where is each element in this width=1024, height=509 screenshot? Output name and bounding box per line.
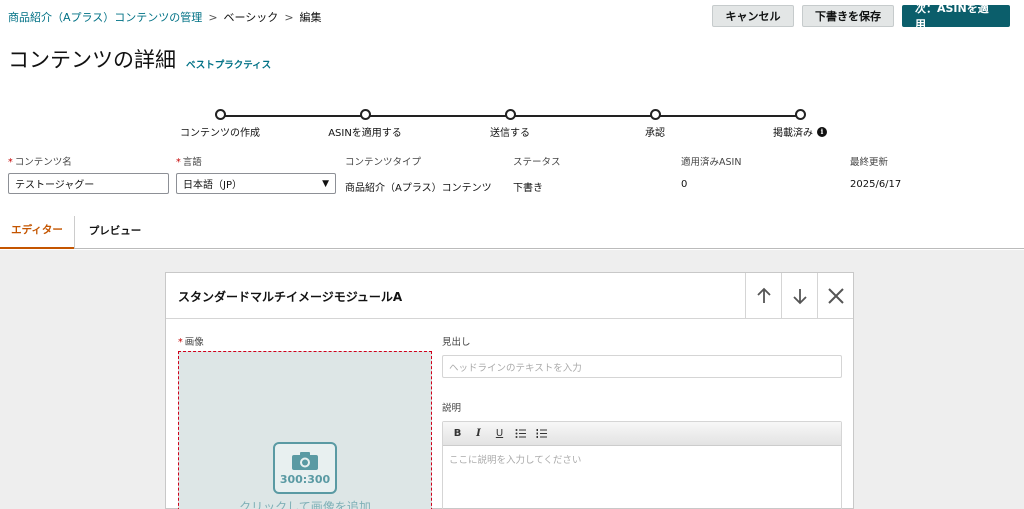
step-create: コンテンツの作成 bbox=[150, 109, 290, 139]
asin-value: 0 bbox=[681, 179, 688, 190]
step-dot bbox=[359, 109, 371, 120]
required-mark: * bbox=[8, 157, 13, 168]
status-label: ステータス bbox=[513, 157, 561, 168]
module-card: スタンダードマルチイメージモジュールA * 画像 300:300 クリックして画… bbox=[165, 272, 854, 509]
updated-label: 最終更新 bbox=[850, 157, 889, 168]
language-value: 日本語（JP） bbox=[183, 180, 242, 191]
tab-preview[interactable]: プレビュー bbox=[80, 212, 150, 248]
step-dot bbox=[214, 109, 226, 120]
remove-module-button[interactable] bbox=[817, 273, 853, 318]
content-name-field: * コンテンツ名 テストージャグー bbox=[8, 154, 169, 194]
description-label: 説明 bbox=[442, 403, 462, 414]
description-editor: B I U ここに説明を入力してください bbox=[442, 421, 842, 509]
step-submit: 送信する bbox=[440, 109, 580, 139]
step-label: 掲載済み i bbox=[730, 124, 870, 139]
caret-down-icon: ▼ bbox=[322, 178, 329, 189]
add-image-text: クリックして画像を追加 bbox=[239, 500, 371, 509]
step-label: 送信する bbox=[490, 128, 530, 139]
breadcrumb-item-edit: 編集 bbox=[299, 11, 322, 24]
page: 商品紹介（Aプラス）コンテンツの管理 > ベーシック > 編集 キャンセル 下書… bbox=[0, 0, 1024, 509]
rte-toolbar: B I U bbox=[443, 422, 841, 446]
step-apply-asin: ASINを適用する bbox=[295, 109, 435, 139]
updated-value: 2025/6/17 bbox=[850, 179, 902, 190]
step-dot bbox=[504, 109, 516, 120]
next-apply-asin-button[interactable]: 次：ASINを適用 bbox=[902, 2, 1010, 31]
step-label: コンテンツの作成 bbox=[180, 128, 260, 139]
underline-button[interactable]: U bbox=[491, 425, 508, 442]
content-meta: * コンテンツ名 テストージャグー * 言語 日本語（JP） ▼ コンテンツタイプ … bbox=[8, 154, 1018, 194]
arrow-down-icon bbox=[792, 288, 807, 304]
module-header: スタンダードマルチイメージモジュールA bbox=[166, 273, 853, 319]
title-row: コンテンツの詳細 ベストプラクティス bbox=[8, 44, 271, 74]
module-title: スタンダードマルチイメージモジュールA bbox=[178, 290, 403, 304]
content-name-label: * コンテンツ名 bbox=[8, 157, 72, 168]
breadcrumb-item-basic: ベーシック bbox=[223, 11, 279, 24]
save-draft-button[interactable]: 下書きを保存 bbox=[802, 5, 894, 27]
status-field: ステータス 下書き bbox=[513, 154, 561, 194]
step-approval: 承認 bbox=[585, 109, 725, 139]
tab-divider bbox=[74, 216, 75, 248]
language-label: * 言語 bbox=[176, 157, 202, 168]
asin-label: 適用済みASIN bbox=[681, 157, 742, 168]
status-value: 下書き bbox=[513, 183, 543, 194]
required-mark: * bbox=[178, 337, 183, 348]
step-label: 承認 bbox=[645, 128, 665, 139]
description-input[interactable]: ここに説明を入力してください bbox=[443, 446, 841, 472]
tab-editor[interactable]: エディター bbox=[0, 212, 74, 249]
bold-button[interactable]: B bbox=[449, 425, 466, 442]
breadcrumb-separator: > bbox=[208, 10, 218, 24]
bullet-list-button[interactable] bbox=[512, 425, 529, 442]
breadcrumb: 商品紹介（Aプラス）コンテンツの管理 > ベーシック > 編集 bbox=[8, 9, 322, 25]
step-dot bbox=[649, 109, 661, 120]
module-controls bbox=[745, 273, 853, 318]
move-down-button[interactable] bbox=[781, 273, 817, 318]
camera-icon bbox=[292, 451, 318, 470]
headline-label: 見出し bbox=[442, 337, 471, 348]
text-fields: 見出し ヘッドラインのテキストを入力 説明 B I U ここに説明を入力してくだ… bbox=[442, 334, 842, 509]
progress-stepper: コンテンツの作成 ASINを適用する 送信する 承認 掲載済み i bbox=[150, 109, 870, 139]
image-drop-zone[interactable]: 300:300 クリックして画像を追加 bbox=[178, 351, 432, 509]
best-practice-link[interactable]: ベストプラクティス bbox=[186, 57, 271, 71]
language-select[interactable]: 日本語（JP） ▼ bbox=[176, 173, 336, 194]
bullet-list-icon bbox=[515, 429, 526, 438]
step-published: 掲載済み i bbox=[730, 109, 870, 139]
language-field: * 言語 日本語（JP） ▼ bbox=[176, 154, 336, 194]
breadcrumb-separator: > bbox=[284, 10, 294, 24]
image-size: 300:300 bbox=[279, 472, 331, 486]
close-icon bbox=[827, 287, 844, 304]
content-type-value: 商品紹介（Aプラス）コンテンツ bbox=[345, 183, 492, 194]
content-type-label: コンテンツタイプ bbox=[345, 157, 422, 168]
cancel-button[interactable]: キャンセル bbox=[712, 5, 794, 27]
content-name-input[interactable]: テストージャグー bbox=[8, 173, 169, 194]
step-dot bbox=[794, 109, 806, 120]
italic-button[interactable]: I bbox=[470, 425, 487, 442]
arrow-up-icon bbox=[756, 287, 771, 303]
image-label: * 画像 bbox=[178, 337, 204, 348]
required-mark: * bbox=[176, 157, 181, 168]
page-title: コンテンツの詳細 bbox=[8, 48, 176, 72]
step-label: ASINを適用する bbox=[328, 128, 402, 139]
asin-field: 適用済みASIN 0 bbox=[681, 154, 741, 190]
info-icon[interactable]: i bbox=[817, 126, 827, 137]
numbered-list-icon bbox=[536, 429, 547, 438]
content-type-field: コンテンツタイプ 商品紹介（Aプラス）コンテンツ bbox=[345, 154, 492, 194]
breadcrumb-item-manage[interactable]: 商品紹介（Aプラス）コンテンツの管理 bbox=[8, 9, 202, 25]
numbered-list-button[interactable] bbox=[533, 425, 550, 442]
move-up-button[interactable] bbox=[745, 273, 781, 318]
headline-input[interactable]: ヘッドラインのテキストを入力 bbox=[442, 355, 842, 378]
updated-field: 最終更新 2025/6/17 bbox=[850, 154, 901, 190]
editor-tabs: エディター プレビュー bbox=[0, 212, 1024, 249]
top-actions: キャンセル 下書きを保存 次：ASINを適用 bbox=[712, 2, 1010, 31]
image-upload-badge: 300:300 bbox=[273, 442, 337, 494]
